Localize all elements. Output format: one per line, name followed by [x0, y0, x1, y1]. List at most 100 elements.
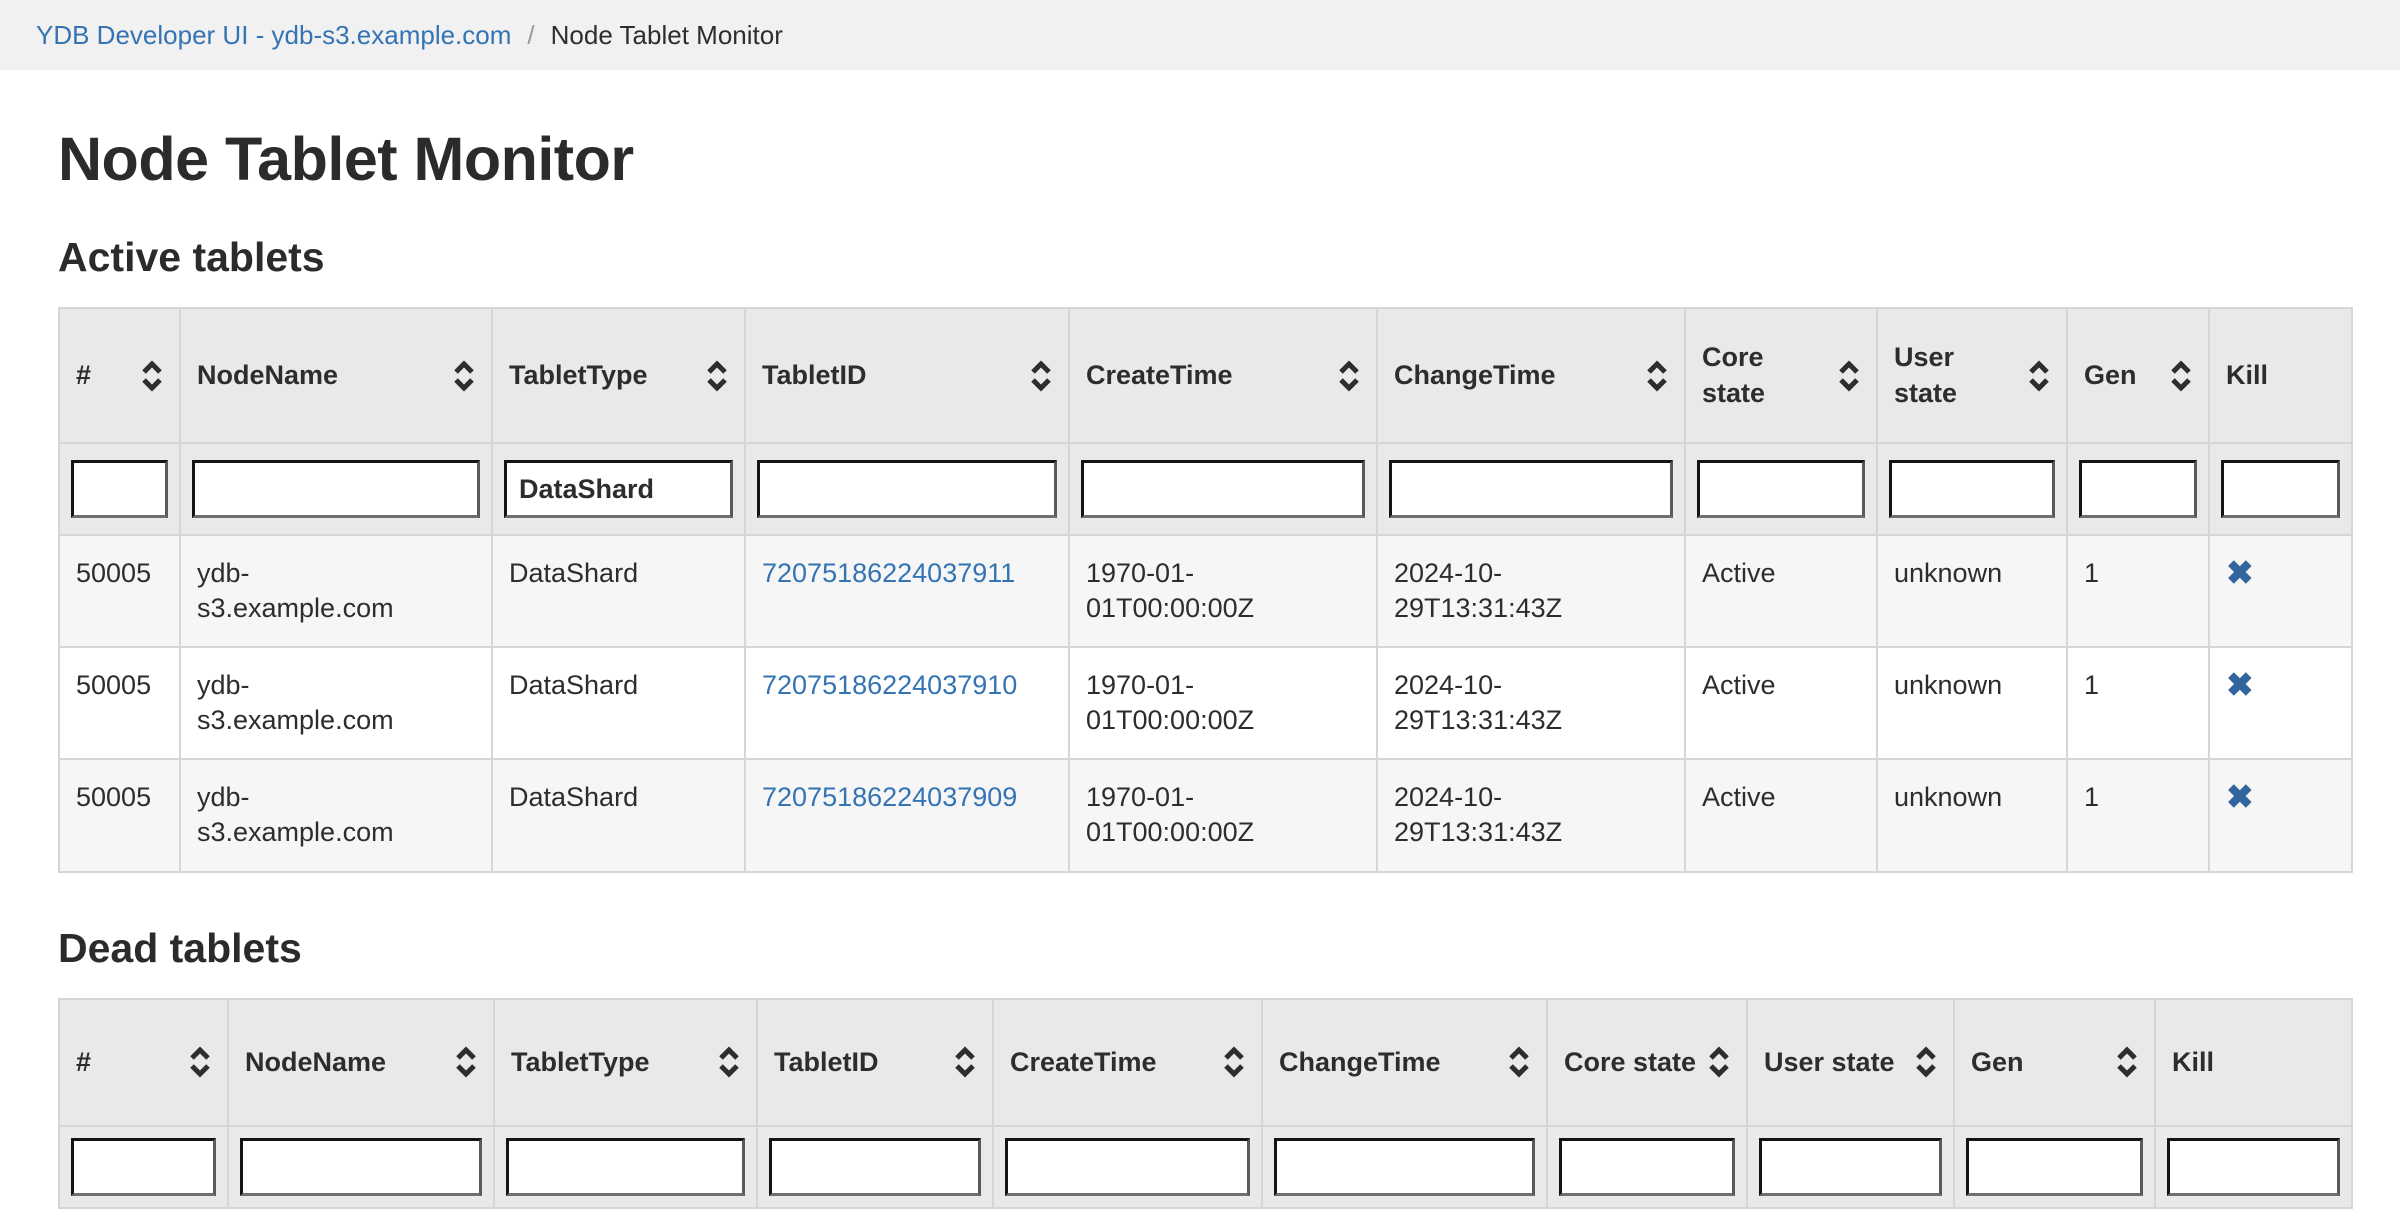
filter-input-tablettype[interactable]	[506, 1138, 745, 1196]
sort-icon	[2170, 360, 2192, 392]
column-label: Kill	[2172, 1045, 2214, 1080]
filter-input-changetime[interactable]	[1389, 460, 1673, 518]
column-header-changetime[interactable]: ChangeTime	[1377, 308, 1685, 443]
cell-userstate: unknown	[1877, 647, 2067, 759]
column-header-nodename[interactable]: NodeName	[180, 308, 492, 443]
kill-tablet-button[interactable]: ✖	[2226, 556, 2254, 589]
column-label: Gen	[1971, 1045, 2024, 1080]
column-header-gen[interactable]: Gen	[2067, 308, 2209, 443]
cell-changetime: 2024-10-29T13:31:43Z	[1377, 647, 1685, 759]
cell-gen: 1	[2067, 759, 2209, 871]
active-tablets-table: # NodeName TabletType TabletID CreateTim…	[58, 307, 2353, 873]
column-label: ChangeTime	[1394, 358, 1556, 393]
column-header-num[interactable]: #	[59, 999, 228, 1126]
filter-input-gen[interactable]	[1966, 1138, 2143, 1196]
column-header-corestate[interactable]: Core state	[1685, 308, 1877, 443]
column-label: Core state	[1564, 1045, 1696, 1080]
column-header-tabletid[interactable]: TabletID	[757, 999, 993, 1126]
filter-input-createtime[interactable]	[1081, 460, 1365, 518]
filter-input-kill[interactable]	[2221, 460, 2340, 518]
breadcrumb: YDB Developer UI - ydb-s3.example.com / …	[0, 0, 2400, 70]
column-header-tablettype[interactable]: TabletType	[492, 308, 745, 443]
column-header-userstate[interactable]: User state	[1877, 308, 2067, 443]
filter-input-tablettype[interactable]	[504, 460, 733, 518]
page-title: Node Tablet Monitor	[58, 124, 2353, 194]
filter-input-corestate[interactable]	[1559, 1138, 1735, 1196]
dead-header-row: # NodeName TabletType TabletID CreateTim…	[59, 999, 2352, 1126]
filter-input-gen[interactable]	[2079, 460, 2197, 518]
cell-createtime: 1970-01-01T00:00:00Z	[1069, 535, 1377, 647]
filter-input-tabletid[interactable]	[757, 460, 1057, 518]
sort-icon	[2028, 360, 2050, 392]
column-label: User state	[1764, 1045, 1895, 1080]
cell-num: 50005	[59, 647, 180, 759]
filter-input-userstate[interactable]	[1759, 1138, 1942, 1196]
main-content: Node Tablet Monitor Active tablets # Nod…	[0, 124, 2400, 1209]
column-header-nodename[interactable]: NodeName	[228, 999, 494, 1126]
column-header-gen[interactable]: Gen	[1954, 999, 2155, 1126]
column-header-createtime[interactable]: CreateTime	[1069, 308, 1377, 443]
sort-icon	[141, 360, 163, 392]
sort-icon	[455, 1046, 477, 1078]
breadcrumb-root-link[interactable]: YDB Developer UI - ydb-s3.example.com	[36, 20, 511, 51]
tablet-id-link[interactable]: 72075186224037910	[762, 670, 1017, 700]
column-label: ChangeTime	[1279, 1045, 1441, 1080]
filter-input-userstate[interactable]	[1889, 460, 2055, 518]
kill-tablet-button[interactable]: ✖	[2226, 780, 2254, 813]
cell-changetime: 2024-10-29T13:31:43Z	[1377, 759, 1685, 871]
kill-tablet-button[interactable]: ✖	[2226, 668, 2254, 701]
column-header-corestate[interactable]: Core state	[1547, 999, 1747, 1126]
filter-input-nodename[interactable]	[240, 1138, 482, 1196]
sort-icon	[954, 1046, 976, 1078]
column-header-tabletid[interactable]: TabletID	[745, 308, 1069, 443]
table-row: 50005 ydb-s3.example.com DataShard 72075…	[59, 535, 2352, 647]
sort-icon	[1508, 1046, 1530, 1078]
sort-icon	[1030, 360, 1052, 392]
cell-corestate: Active	[1685, 647, 1877, 759]
dead-filter-row	[59, 1126, 2352, 1208]
sort-icon	[1838, 360, 1860, 392]
cell-userstate: unknown	[1877, 535, 2067, 647]
column-header-tablettype[interactable]: TabletType	[494, 999, 757, 1126]
sort-icon	[1708, 1046, 1730, 1078]
column-header-createtime[interactable]: CreateTime	[993, 999, 1262, 1126]
cell-userstate: unknown	[1877, 759, 2067, 871]
filter-input-createtime[interactable]	[1005, 1138, 1250, 1196]
breadcrumb-separator: /	[527, 20, 534, 51]
sort-icon	[1915, 1046, 1937, 1078]
cell-nodename: ydb-s3.example.com	[180, 759, 492, 871]
filter-input-num[interactable]	[71, 460, 168, 518]
column-header-userstate[interactable]: User state	[1747, 999, 1954, 1126]
table-row: 50005 ydb-s3.example.com DataShard 72075…	[59, 759, 2352, 871]
cell-createtime: 1970-01-01T00:00:00Z	[1069, 759, 1377, 871]
filter-input-corestate[interactable]	[1697, 460, 1865, 518]
column-label: TabletID	[774, 1045, 879, 1080]
table-row: 50005 ydb-s3.example.com DataShard 72075…	[59, 647, 2352, 759]
cell-nodename: ydb-s3.example.com	[180, 647, 492, 759]
column-header-num[interactable]: #	[59, 308, 180, 443]
tablet-id-link[interactable]: 72075186224037911	[762, 558, 1015, 588]
sort-icon	[1338, 360, 1360, 392]
cell-num: 50005	[59, 759, 180, 871]
filter-input-nodename[interactable]	[192, 460, 480, 518]
column-label: TabletType	[511, 1045, 650, 1080]
tablet-id-link[interactable]: 72075186224037909	[762, 782, 1017, 812]
column-header-changetime[interactable]: ChangeTime	[1262, 999, 1547, 1126]
sort-icon	[706, 360, 728, 392]
filter-input-kill[interactable]	[2167, 1138, 2340, 1196]
breadcrumb-current: Node Tablet Monitor	[551, 20, 783, 51]
column-header-kill: Kill	[2155, 999, 2352, 1126]
filter-input-changetime[interactable]	[1274, 1138, 1535, 1196]
filter-input-num[interactable]	[71, 1138, 216, 1196]
cell-tabletid: 72075186224037910	[745, 647, 1069, 759]
column-label: CreateTime	[1010, 1045, 1157, 1080]
active-tablets-heading: Active tablets	[58, 234, 2353, 281]
column-label: #	[76, 358, 91, 393]
column-label: NodeName	[197, 358, 338, 393]
filter-input-tabletid[interactable]	[769, 1138, 981, 1196]
dead-tablets-heading: Dead tablets	[58, 925, 2353, 972]
sort-icon	[453, 360, 475, 392]
dead-tablets-table: # NodeName TabletType TabletID CreateTim…	[58, 998, 2353, 1209]
column-label: Core state	[1702, 340, 1830, 410]
sort-icon	[1646, 360, 1668, 392]
